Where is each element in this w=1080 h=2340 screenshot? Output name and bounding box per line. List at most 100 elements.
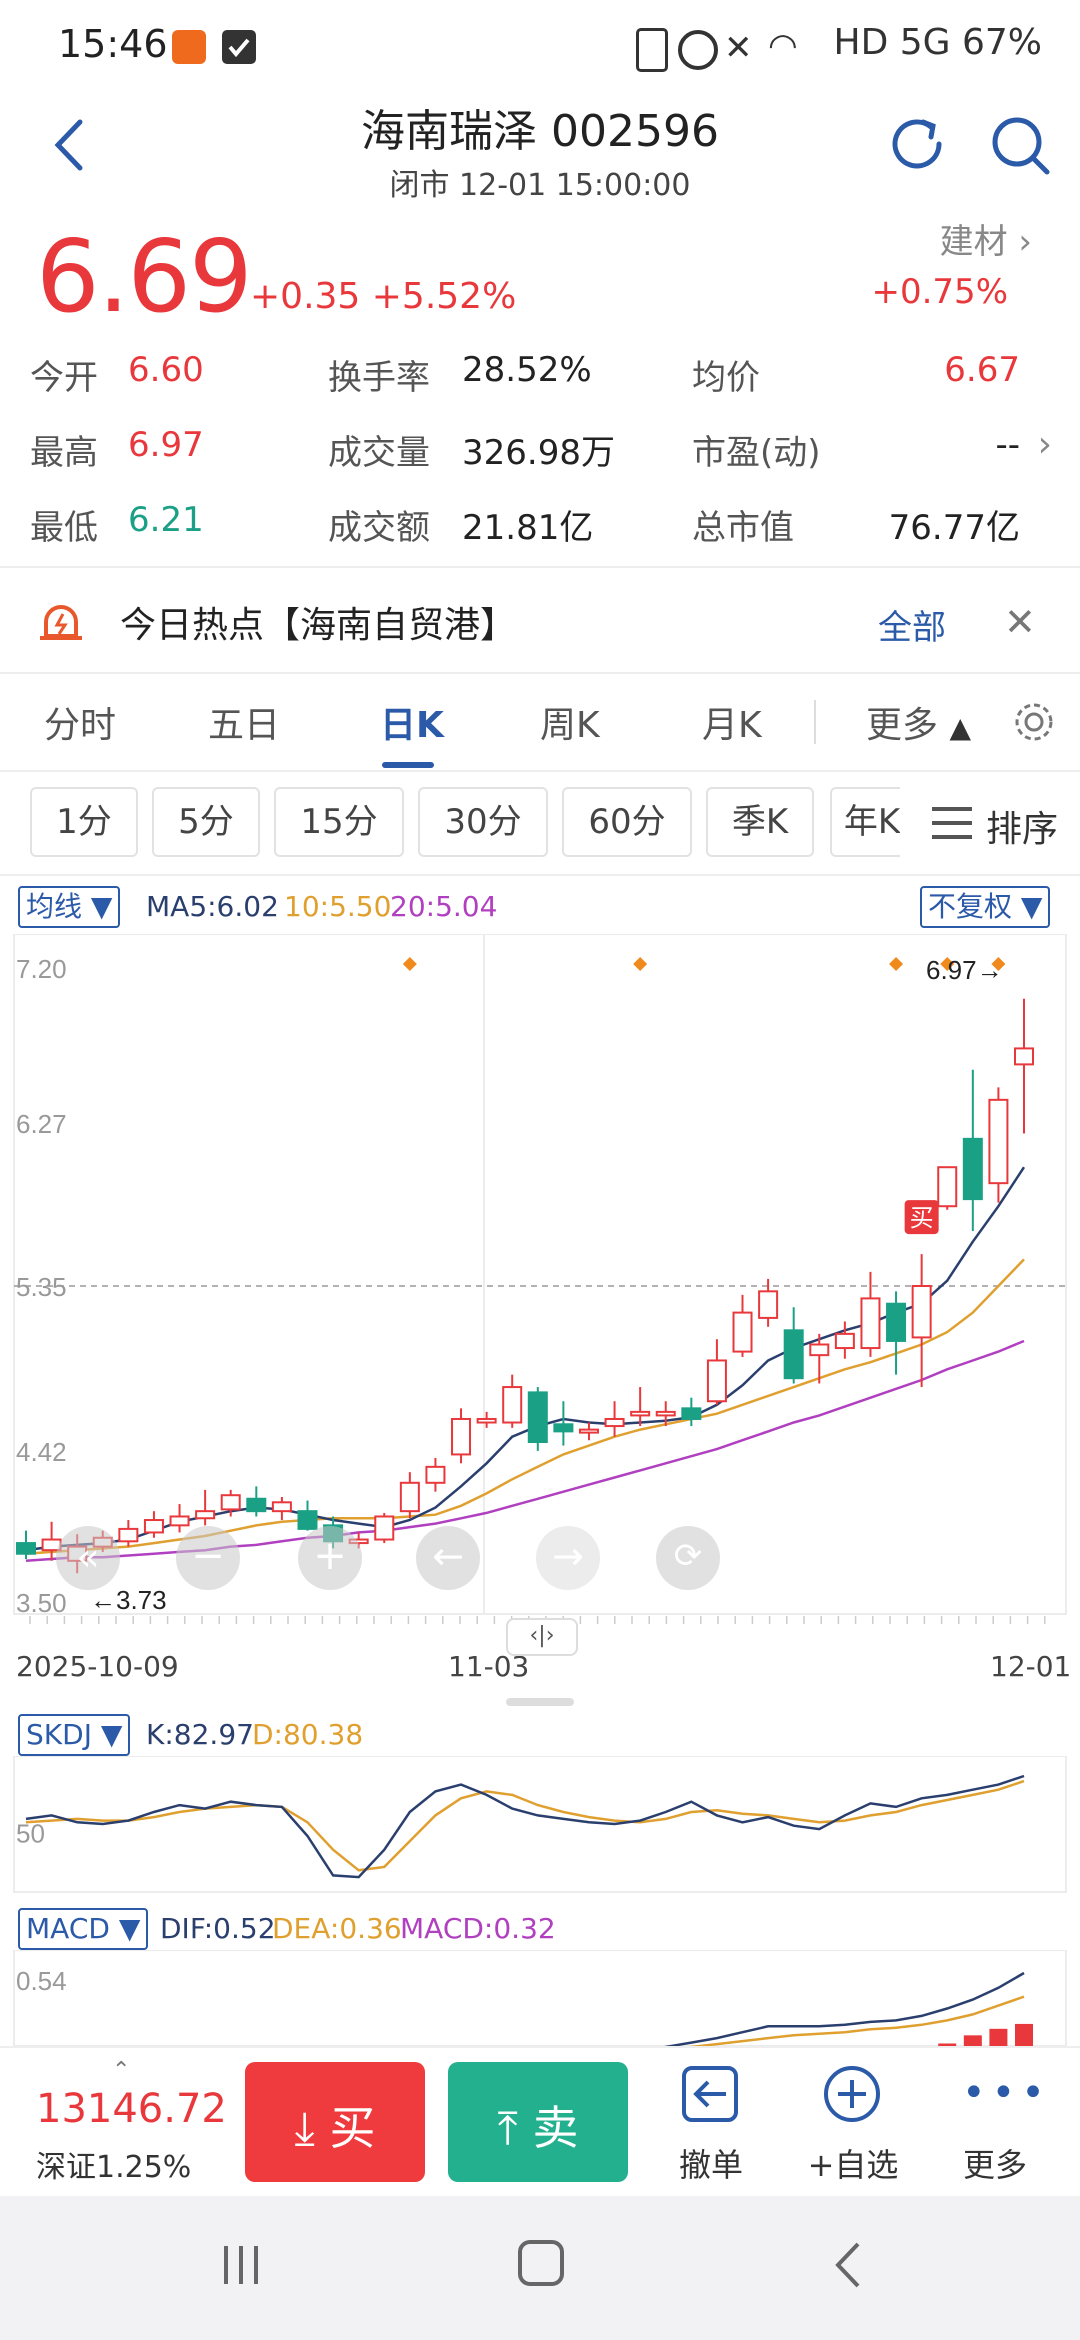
menu-icon <box>932 807 972 839</box>
search-button[interactable] <box>985 110 1055 180</box>
caret-up-icon: ⌃ <box>112 2058 131 2083</box>
tab-intraday[interactable]: 分时 <box>44 696 116 748</box>
high-annotation: 6.97→ <box>926 955 1003 985</box>
tab-monthly-k[interactable]: 月K <box>702 696 762 748</box>
stat-label-pe: 市盈(动) <box>692 433 821 473</box>
macd-bar-value: MACD:0.32 <box>400 1912 556 1945</box>
more-dots-icon[interactable]: ••• <box>962 2070 1051 2116</box>
refresh-icon <box>892 119 942 169</box>
stats-expand-chevron-icon[interactable]: › <box>1038 424 1052 465</box>
skdj-y-label: 50 <box>16 1819 45 1849</box>
sell-button[interactable]: ⤒ 卖 <box>448 2062 628 2182</box>
tab-five-day[interactable]: 五日 <box>208 696 280 748</box>
sector-change: +0.75% <box>871 272 1009 312</box>
candle-body-up <box>271 1501 292 1513</box>
adjust-selector[interactable]: 不复权 ▼ <box>920 886 1051 928</box>
index-label[interactable]: 深证1.25% <box>36 2142 191 2186</box>
add-watchlist-label[interactable]: +自选 <box>798 2140 908 2186</box>
gear-icon <box>1015 703 1053 741</box>
close-icon[interactable]: ✕ <box>1004 600 1036 644</box>
rotate-screen-button[interactable]: ⟳ <box>656 1526 720 1590</box>
candle-body-up <box>195 1510 216 1520</box>
y-axis-label: 7.20 <box>16 954 67 984</box>
panel-resize-handle[interactable] <box>506 1698 574 1706</box>
macd-selector[interactable]: MACD ▼ <box>18 1908 149 1950</box>
ma-selector[interactable]: 均线 ▼ <box>18 886 121 928</box>
sector-link[interactable]: 建材 › <box>940 214 1032 263</box>
candle-body-up <box>860 1297 881 1350</box>
scroll-far-left-button[interactable]: « <box>56 1526 120 1590</box>
buy-button[interactable]: ⤓ 买 <box>245 2062 425 2182</box>
interval-15min[interactable]: 15分 <box>274 787 404 857</box>
stat-value-turnover: 28.52% <box>462 350 592 390</box>
home-button[interactable] <box>518 2240 564 2286</box>
index-value[interactable]: 13146.72 <box>36 2086 227 2132</box>
settings-button[interactable] <box>1010 698 1058 746</box>
recent-apps-button[interactable] <box>218 2242 264 2288</box>
chart-drag-handle[interactable]: ‹|› <box>506 1618 578 1656</box>
stat-value-high: 6.97 <box>128 425 204 465</box>
sell-button-label: 卖 <box>532 2101 579 2155</box>
triangle-up-icon: ▲ <box>949 711 972 744</box>
clipboard-icon <box>636 28 668 72</box>
price-change: +0.35 +5.52% <box>250 276 517 317</box>
y-axis-label: 4.42 <box>16 1437 67 1467</box>
arrow-left-icon: ← <box>432 1534 464 1578</box>
status-bar: 15:46 ✕ ◠ HD 5G 67% <box>0 0 1080 96</box>
candle-body-up <box>220 1494 241 1511</box>
candle-body-up <box>425 1465 446 1484</box>
scroll-right-button[interactable]: → <box>536 1526 600 1590</box>
sort-button[interactable]: 排序 <box>900 787 1080 857</box>
recent-apps-icon <box>224 2246 258 2284</box>
sector-name: 建材 <box>939 222 1008 262</box>
interval-5min[interactable]: 5分 <box>152 787 260 857</box>
cancel-order-icon[interactable] <box>680 2064 740 2124</box>
tab-more[interactable]: 更多 ▲ <box>866 696 971 748</box>
sort-label: 排序 <box>986 809 1059 850</box>
macd-y-label: 0.54 <box>16 1966 67 1996</box>
scroll-left-button[interactable]: ← <box>416 1526 480 1590</box>
buy-button-label: 买 <box>329 2101 376 2155</box>
kline-chart[interactable]: 7.20 6.27 5.35 4.42 3.50 6.97→ ←3.73 买 <box>0 934 1080 1714</box>
event-marker <box>633 957 648 971</box>
candle-body-up <box>706 1359 727 1403</box>
candle-body-up <box>911 1285 932 1339</box>
interval-quarter-k[interactable]: 季K <box>706 787 814 857</box>
cancel-order-label[interactable]: 撤单 <box>656 2140 766 2186</box>
hot-topic[interactable]: 今日热点【海南自贸港】 <box>120 596 516 648</box>
candle-body-up <box>834 1332 855 1350</box>
more-label[interactable]: 更多 <box>940 2140 1050 2186</box>
skdj-chart[interactable]: 50 <box>0 1756 1080 1894</box>
interval-30min[interactable]: 30分 <box>418 787 548 857</box>
sell-button-content: ⤒ 卖 <box>448 2092 628 2158</box>
zoom-out-button[interactable]: − <box>176 1526 240 1590</box>
skdj-frame <box>13 1756 1067 1893</box>
y-axis-label: 5.35 <box>16 1272 67 1302</box>
interval-60min[interactable]: 60分 <box>562 787 692 857</box>
stat-value-pe: -- <box>995 425 1020 465</box>
tab-active-indicator <box>382 762 434 768</box>
interval-1min[interactable]: 1分 <box>30 787 138 857</box>
tab-daily-k[interactable]: 日K <box>380 696 444 748</box>
skdj-d-value: D:80.38 <box>252 1718 364 1751</box>
refresh-button[interactable] <box>883 110 953 180</box>
ma5-line <box>25 1166 1026 1552</box>
system-back-button[interactable] <box>826 2240 872 2290</box>
divider <box>0 672 1080 674</box>
candle-body-up <box>809 1343 830 1357</box>
y-axis-label: 3.50 <box>16 1588 67 1618</box>
ma5-value: MA5:6.02 <box>146 890 279 923</box>
candle-body-up <box>937 1166 958 1208</box>
stat-value-mktcap: 76.77亿 <box>888 508 1020 548</box>
zoom-in-button[interactable]: + <box>298 1526 362 1590</box>
tab-weekly-k[interactable]: 周K <box>540 696 600 748</box>
skdj-selector[interactable]: SKDJ ▼ <box>18 1714 131 1756</box>
add-watchlist-icon[interactable] <box>822 2064 882 2124</box>
checkbox-icon <box>222 30 256 64</box>
candle-body-down <box>297 1510 318 1530</box>
event-marker <box>402 957 417 971</box>
macd-dea-value: DEA:0.36 <box>272 1912 402 1945</box>
macd-chart[interactable]: 0.54 <box>0 1950 1080 2046</box>
hot-all-link[interactable]: 全部 <box>878 600 946 649</box>
candle-body-down <box>527 1391 548 1444</box>
